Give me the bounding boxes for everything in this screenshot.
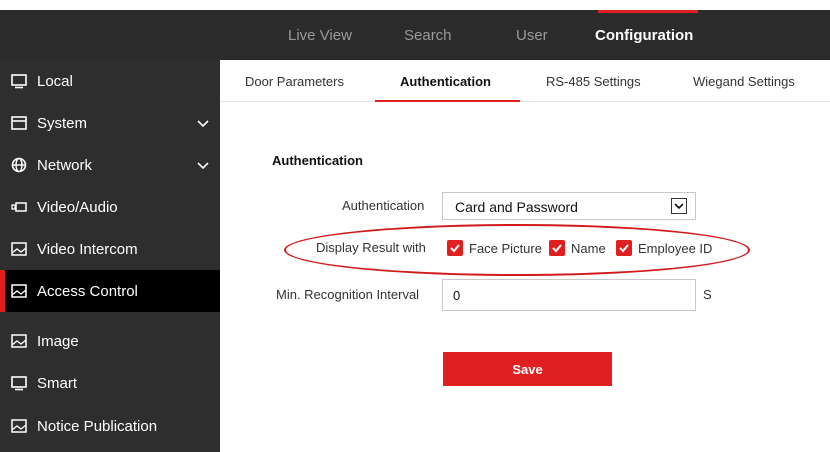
sidebar-item-label: Local [37, 72, 73, 90]
face-picture-label: Face Picture [469, 241, 542, 256]
sidebar-item-video-audio[interactable]: Video/Audio [0, 186, 220, 228]
employee-id-label: Employee ID [638, 241, 713, 256]
checkmark-icon [450, 244, 460, 253]
sidebar-item-label: Video/Audio [37, 198, 118, 216]
sidebar-item-label: Smart [37, 374, 78, 392]
active-indicator [0, 270, 5, 312]
nav-user[interactable]: User [516, 10, 548, 60]
sidebar-item-access-control[interactable]: Access Control [0, 270, 220, 312]
nav-search[interactable]: Search [404, 10, 452, 60]
input-value: 0 [453, 288, 461, 303]
authentication-select[interactable]: Card and Password [442, 192, 696, 220]
sidebar-item-local[interactable]: Local [0, 60, 220, 102]
camera-icon [10, 198, 28, 216]
checkmark-icon [619, 244, 629, 253]
sidebar-item-label: Notice Publication [37, 417, 158, 435]
checkmark-icon [552, 244, 562, 253]
display-result-label: Display Result with [316, 240, 426, 255]
header-top-strip [0, 0, 830, 10]
globe-icon [10, 156, 28, 174]
image-icon [10, 240, 28, 258]
tab-rs485-settings[interactable]: RS-485 Settings [546, 60, 641, 102]
sidebar-item-network[interactable]: Network [0, 144, 220, 186]
nav-live-view[interactable]: Live View [288, 10, 352, 60]
face-picture-checkbox[interactable] [447, 240, 463, 256]
sidebar-item-label: System [37, 114, 88, 132]
window-icon [10, 114, 28, 132]
select-value: Card and Password [455, 199, 578, 215]
name-checkbox[interactable] [549, 240, 565, 256]
tab-door-parameters[interactable]: Door Parameters [245, 60, 344, 102]
image-icon [10, 332, 28, 350]
nav-configuration[interactable]: Configuration [595, 10, 693, 60]
tab-active-underline [375, 100, 520, 102]
sidebar-item-image[interactable]: Image [0, 320, 220, 362]
unit-label: S [703, 287, 712, 302]
section-title: Authentication [272, 153, 363, 168]
sidebar-item-system[interactable]: System [0, 102, 220, 144]
sidebar-item-video-intercom[interactable]: Video Intercom [0, 228, 220, 270]
sidebar-item-label: Video Intercom [37, 240, 138, 258]
nav-active-underline [598, 10, 698, 13]
tab-authentication[interactable]: Authentication [400, 60, 491, 102]
sidebar-item-smart[interactable]: Smart [0, 362, 220, 404]
sidebar-item-notice-publication[interactable]: Notice Publication [0, 405, 220, 447]
min-interval-input[interactable]: 0 [442, 279, 696, 311]
min-interval-label: Min. Recognition Interval [276, 287, 420, 302]
chevron-down-icon [197, 162, 209, 170]
image-icon [10, 417, 28, 435]
authentication-label: Authentication [342, 198, 425, 213]
image-icon [10, 282, 28, 300]
employee-id-checkbox[interactable] [616, 240, 632, 256]
monitor-icon [10, 72, 28, 90]
sidebar-item-label: Network [37, 156, 93, 174]
name-label: Name [571, 241, 606, 256]
sidebar-item-label: Access Control [37, 282, 138, 300]
chevron-down-icon [197, 120, 209, 128]
tab-wiegand-settings[interactable]: Wiegand Settings [693, 60, 795, 102]
save-button[interactable]: Save [443, 352, 612, 386]
monitor-icon [10, 374, 28, 392]
sidebar-item-label: Image [37, 332, 79, 350]
chevron-down-icon [671, 198, 687, 214]
